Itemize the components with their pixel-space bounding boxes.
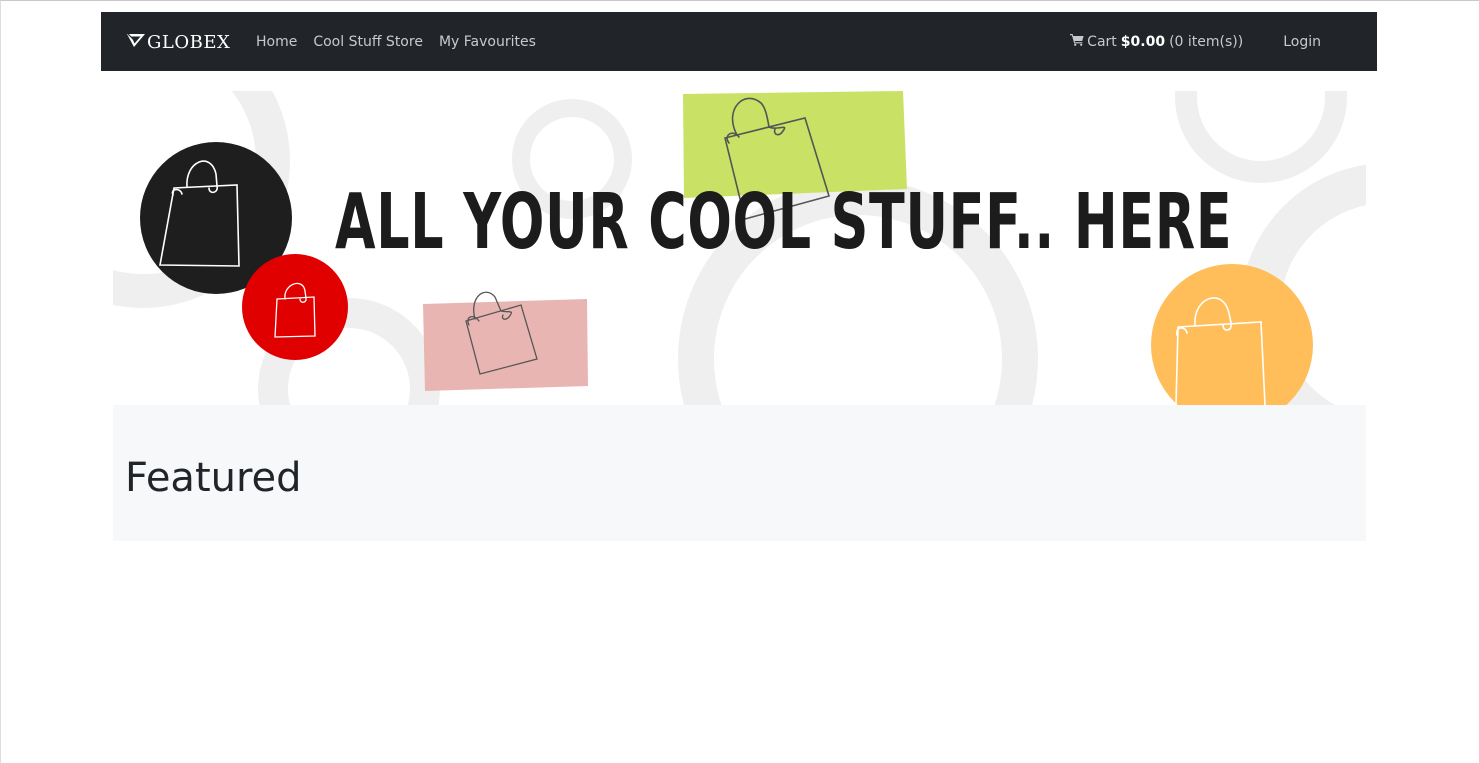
hero-banner: ALL YOUR COOL STUFF.. HERE (113, 91, 1366, 405)
nav-link-cool-stuff-store[interactable]: Cool Stuff Store (305, 34, 431, 50)
nav-link-home[interactable]: Home (248, 34, 305, 50)
cart-label: Cart (1087, 33, 1117, 50)
globex-logo-icon (126, 30, 147, 54)
orange-bag-circle (1151, 264, 1313, 405)
featured-title: Featured (125, 455, 302, 501)
login-link[interactable]: Login (1283, 34, 1321, 50)
brand-logo-link[interactable]: GLOBEX (126, 30, 230, 54)
nav-link-my-favourites[interactable]: My Favourites (431, 34, 544, 50)
red-bag-circle (242, 254, 348, 360)
nav-links: Home Cool Stuff Store My Favourites (248, 12, 544, 71)
top-navbar: GLOBEX Home Cool Stuff Store My Favourit… (101, 12, 1377, 71)
nav-right: Cart $0.00 (0 item(s)) Login (1070, 12, 1321, 71)
featured-section: Featured (113, 405, 1366, 541)
pink-bag-block (423, 291, 588, 391)
page: GLOBEX Home Cool Stuff Store My Favourit… (0, 0, 1479, 763)
cart-amount: $0.00 (1120, 33, 1166, 50)
cart-link[interactable]: Cart $0.00 (0 item(s)) (1070, 33, 1243, 50)
background-ring (1175, 91, 1347, 183)
brand-name: GLOBEX (147, 31, 231, 53)
banner-headline: ALL YOUR COOL STUFF.. HERE (335, 178, 1233, 267)
cart-item-count: (0 item(s)) (1169, 33, 1244, 50)
shopping-cart-icon (1070, 33, 1087, 50)
